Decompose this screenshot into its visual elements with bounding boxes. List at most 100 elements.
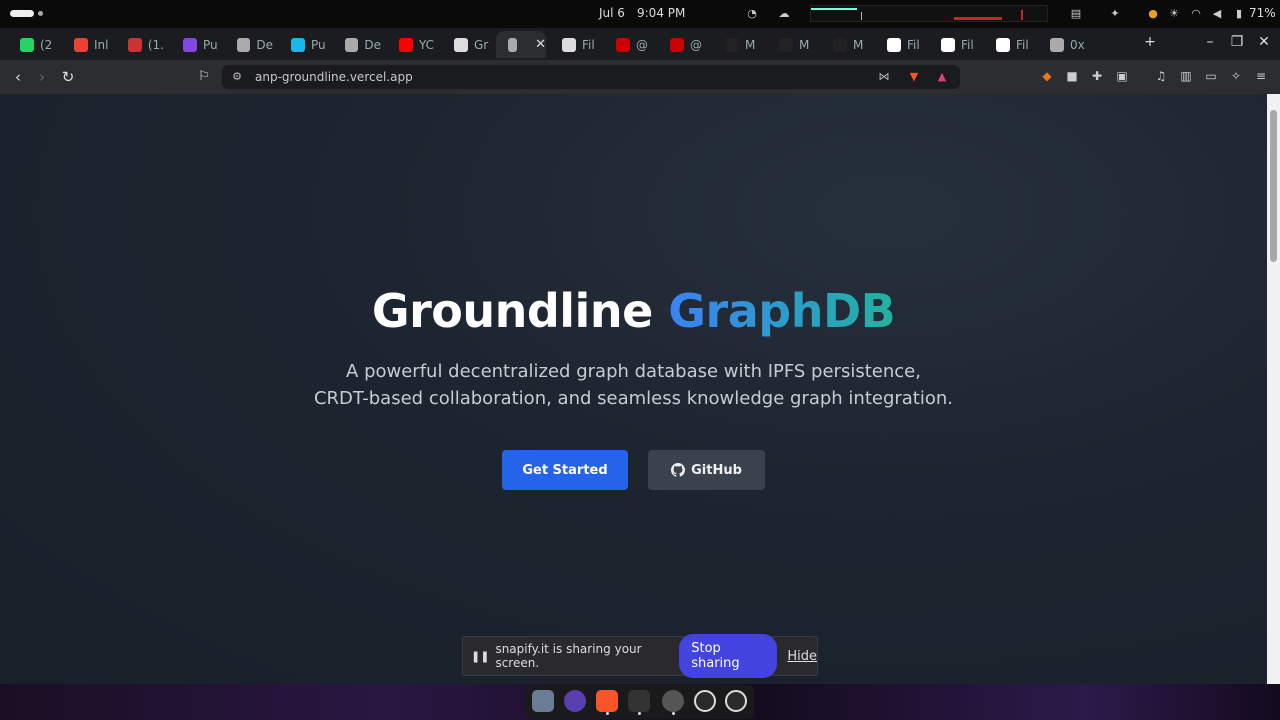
system-date[interactable]: Jul 6 xyxy=(599,6,625,20)
running-indicator xyxy=(638,712,641,715)
app-icon xyxy=(128,37,142,52)
tab-label: @ xyxy=(690,37,702,52)
page-scrollbar[interactable] xyxy=(1267,94,1280,684)
minimize-button[interactable]: – xyxy=(1200,34,1220,50)
tab-label: 0x xyxy=(1070,37,1085,52)
browser-tab[interactable]: 0x xyxy=(1038,31,1086,58)
brave-rewards-icon[interactable]: ▲ xyxy=(935,70,949,84)
get-started-button[interactable]: Get Started xyxy=(502,450,628,490)
extension-icon[interactable]: ■ xyxy=(1064,68,1080,84)
hero-title-accent: GraphDB xyxy=(668,284,896,338)
globe-icon xyxy=(508,37,518,52)
clipboard-icon[interactable]: ▤ xyxy=(1069,7,1083,21)
bookmark-icon[interactable]: ⚐ xyxy=(194,67,214,87)
music-icon[interactable]: ♫ xyxy=(1153,68,1169,84)
extensions-puzzle-icon[interactable]: ✚ xyxy=(1089,68,1105,84)
tab-label: @ xyxy=(636,37,648,52)
share-icon[interactable]: ⋈ xyxy=(877,70,891,84)
forward-button[interactable]: › xyxy=(32,67,52,87)
browser-tab[interactable]: (1. xyxy=(116,31,164,58)
workspace-dot[interactable] xyxy=(38,11,43,16)
github-icon xyxy=(671,463,686,477)
brightness-icon[interactable]: ☀ xyxy=(1167,7,1181,21)
leo-ai-icon[interactable]: ✧ xyxy=(1228,68,1244,84)
brave-shields-icon[interactable]: ▼ xyxy=(907,70,921,84)
tab-label: Gr xyxy=(474,37,489,52)
cloud-icon[interactable]: ☁ xyxy=(777,7,791,21)
system-time[interactable]: 9:04 PM xyxy=(637,6,685,20)
diamond-icon xyxy=(779,37,793,52)
files-icon[interactable] xyxy=(532,690,554,712)
browser-tab[interactable]: Pu xyxy=(171,31,219,58)
tab-label: Pu xyxy=(203,37,218,52)
browser-tab[interactable]: M xyxy=(821,31,869,58)
polygon-icon xyxy=(183,37,197,52)
tab-label: (1. xyxy=(147,37,164,52)
browser-tab[interactable]: Inl xyxy=(62,31,110,58)
wallet-icon[interactable]: ▭ xyxy=(1203,68,1219,84)
github-button[interactable]: GitHub xyxy=(648,450,765,490)
browser-tab[interactable]: (2 xyxy=(8,31,56,58)
back-button[interactable]: ‹ xyxy=(8,67,28,87)
wifi-icon[interactable]: ◠ xyxy=(1189,7,1203,21)
clock-app-icon[interactable] xyxy=(662,690,684,712)
site-info-icon[interactable]: ⚙ xyxy=(230,70,244,84)
volume-icon[interactable]: ◀ xyxy=(1210,7,1224,21)
menu-icon[interactable]: ≡ xyxy=(1253,68,1269,84)
browser-tab[interactable]: YC xyxy=(387,31,435,58)
browser-tab[interactable]: Fil xyxy=(875,31,923,58)
battery-percent: 71% xyxy=(1249,6,1276,20)
reader-icon[interactable]: ▣ xyxy=(1114,68,1130,84)
browser-tab[interactable]: Fil xyxy=(984,31,1032,58)
obs-icon[interactable] xyxy=(694,690,716,712)
address-bar[interactable]: ⚙ anp-groundline.vercel.app ⋈ ▼ ▲ xyxy=(222,65,960,89)
running-indicator xyxy=(606,712,609,715)
browser-tab[interactable]: @ xyxy=(604,31,652,58)
system-top-bar: Jul 6 9:04 PM ◔ ☁ ▤ ✦ ● ☀ ◠ ◀ ▮ 71% xyxy=(0,0,1280,28)
close-tab-icon[interactable]: ✕ xyxy=(535,37,546,52)
ethereum-app-icon[interactable] xyxy=(564,690,586,712)
browser-tab[interactable]: Fil xyxy=(550,31,598,58)
code-icon xyxy=(237,37,251,52)
hero-title: Groundline GraphDB xyxy=(0,284,1267,338)
browser-tab[interactable]: M xyxy=(767,31,815,58)
brave-browser-icon[interactable] xyxy=(596,690,618,712)
browser-tab[interactable]: Gr xyxy=(442,31,490,58)
pause-icon[interactable]: ❚❚ xyxy=(471,650,489,663)
whatsapp-icon xyxy=(20,37,34,52)
maximize-button[interactable]: ❐ xyxy=(1227,34,1247,50)
microphone-icon[interactable]: ● xyxy=(1146,7,1160,21)
hero-subtitle-line1: A powerful decentralized graph database … xyxy=(346,361,921,382)
package-app-icon[interactable] xyxy=(628,690,650,712)
ubuntu-icon[interactable] xyxy=(725,690,747,712)
browser-tab[interactable]: ✕ xyxy=(496,31,546,58)
timer-icon[interactable]: ◔ xyxy=(745,7,759,21)
get-started-label: Get Started xyxy=(522,462,608,478)
browser-tab[interactable]: De xyxy=(333,31,381,58)
tab-label: De xyxy=(256,37,273,52)
url-text[interactable]: anp-groundline.vercel.app xyxy=(255,70,413,84)
browser-tab[interactable]: @ xyxy=(658,31,706,58)
browser-tab[interactable]: Pu xyxy=(279,31,327,58)
new-tab-button[interactable]: + xyxy=(1140,34,1160,50)
sidebar-icon[interactable]: ▥ xyxy=(1178,68,1194,84)
scroll-thumb[interactable] xyxy=(1270,110,1277,262)
vimeo-icon xyxy=(291,37,305,52)
battery-icon[interactable]: ▮ xyxy=(1232,7,1246,21)
browser-tab[interactable]: De xyxy=(225,31,273,58)
close-window-button[interactable]: ✕ xyxy=(1254,34,1274,50)
stop-sharing-button[interactable]: Stop sharing xyxy=(679,634,778,678)
metamask-icon[interactable]: ◆ xyxy=(1039,68,1055,84)
hero-subtitle-line2: CRDT-based collaboration, and seamless k… xyxy=(313,388,954,409)
notion-icon xyxy=(670,37,684,52)
browser-tab-strip: (2 Inl (1. Pu De Pu De YC Gr ✕ Fil @ @ M M M Fil Fil Fil 0x xyxy=(0,28,1280,60)
workspace-indicator[interactable] xyxy=(10,10,34,17)
hero-title-main: Groundline xyxy=(371,284,653,338)
browser-tab[interactable]: Fil xyxy=(929,31,977,58)
system-monitor-graph[interactable] xyxy=(810,5,1048,22)
browser-tab[interactable]: M xyxy=(713,31,761,58)
hide-banner-link[interactable]: Hide xyxy=(787,649,817,664)
reload-button[interactable]: ↻ xyxy=(58,67,78,87)
accessibility-icon[interactable]: ✦ xyxy=(1108,7,1122,21)
github-label: GitHub xyxy=(691,462,742,478)
